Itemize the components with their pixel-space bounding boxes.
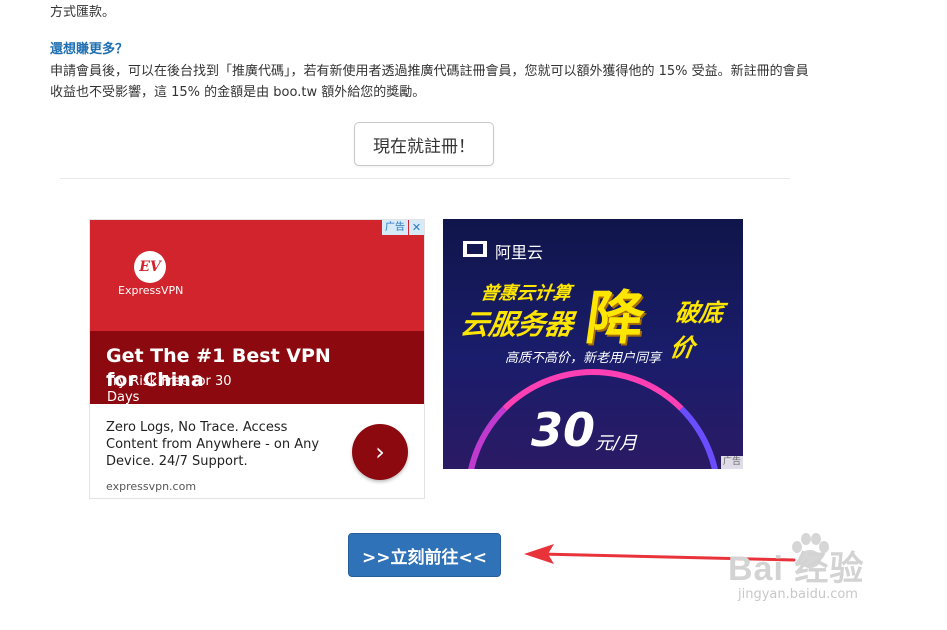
ad-slogan-line3: 破底价 <box>668 299 726 362</box>
baidu-jingyan-watermark: Bai 经验 jingyan.baidu.com <box>728 533 928 615</box>
ad-price-unit: 元/月 <box>595 433 638 454</box>
ad-tagline: 高质不高价，新老用户同享 <box>505 351 662 366</box>
divider <box>60 178 790 179</box>
ad-choices-badge[interactable]: 广告 <box>720 456 743 469</box>
expressvpn-ad[interactable]: EV ExpressVPN Get The #1 Best VPN for Ch… <box>89 219 425 499</box>
ad-open-button[interactable]: › <box>352 424 408 480</box>
referral-paragraph: 申請會員後，可以在後台找到「推廣代碼」，若有新使用者透過推廣代碼註冊會員，您就可… <box>50 64 809 100</box>
ad-slogan-big-char: 降 <box>581 284 650 352</box>
watermark-title: Bai 经验 <box>728 550 865 588</box>
ad-slogan-line1: 普惠云计算 <box>479 283 573 304</box>
close-icon[interactable]: ✕ <box>409 220 424 235</box>
watermark-url: jingyan.baidu.com <box>738 587 858 602</box>
aliyun-logo-icon <box>463 241 487 257</box>
aliyun-ad[interactable]: 阿里云 普惠云计算 云服务器 降 破底价 高质不高价，新老用户同享 30 元/月… <box>443 219 743 469</box>
section-heading: 還想賺更多？ <box>50 42 129 57</box>
aliyun-logo-text: 阿里云 <box>495 243 544 262</box>
go-now-button[interactable]: >>立刻前往<< <box>348 533 501 577</box>
register-now-button[interactable]: 現在就註冊！ <box>354 122 494 166</box>
ad-slogan-line2: 云服务器 <box>458 308 576 341</box>
ad-subline: Try Risk Free for 30 Days <box>107 374 232 405</box>
expressvpn-logo-icon: EV <box>134 251 166 283</box>
ad-choices-badge[interactable]: 广告 <box>382 220 408 235</box>
expressvpn-logo-text: ExpressVPN <box>118 284 184 297</box>
intro-text-tail: 方式匯款。 <box>50 5 116 20</box>
ad-domain-link[interactable]: expressvpn.com <box>106 480 196 493</box>
ad-body-text: Zero Logs, No Trace. Access Content from… <box>106 420 320 469</box>
ad-price: 30 <box>531 403 596 457</box>
